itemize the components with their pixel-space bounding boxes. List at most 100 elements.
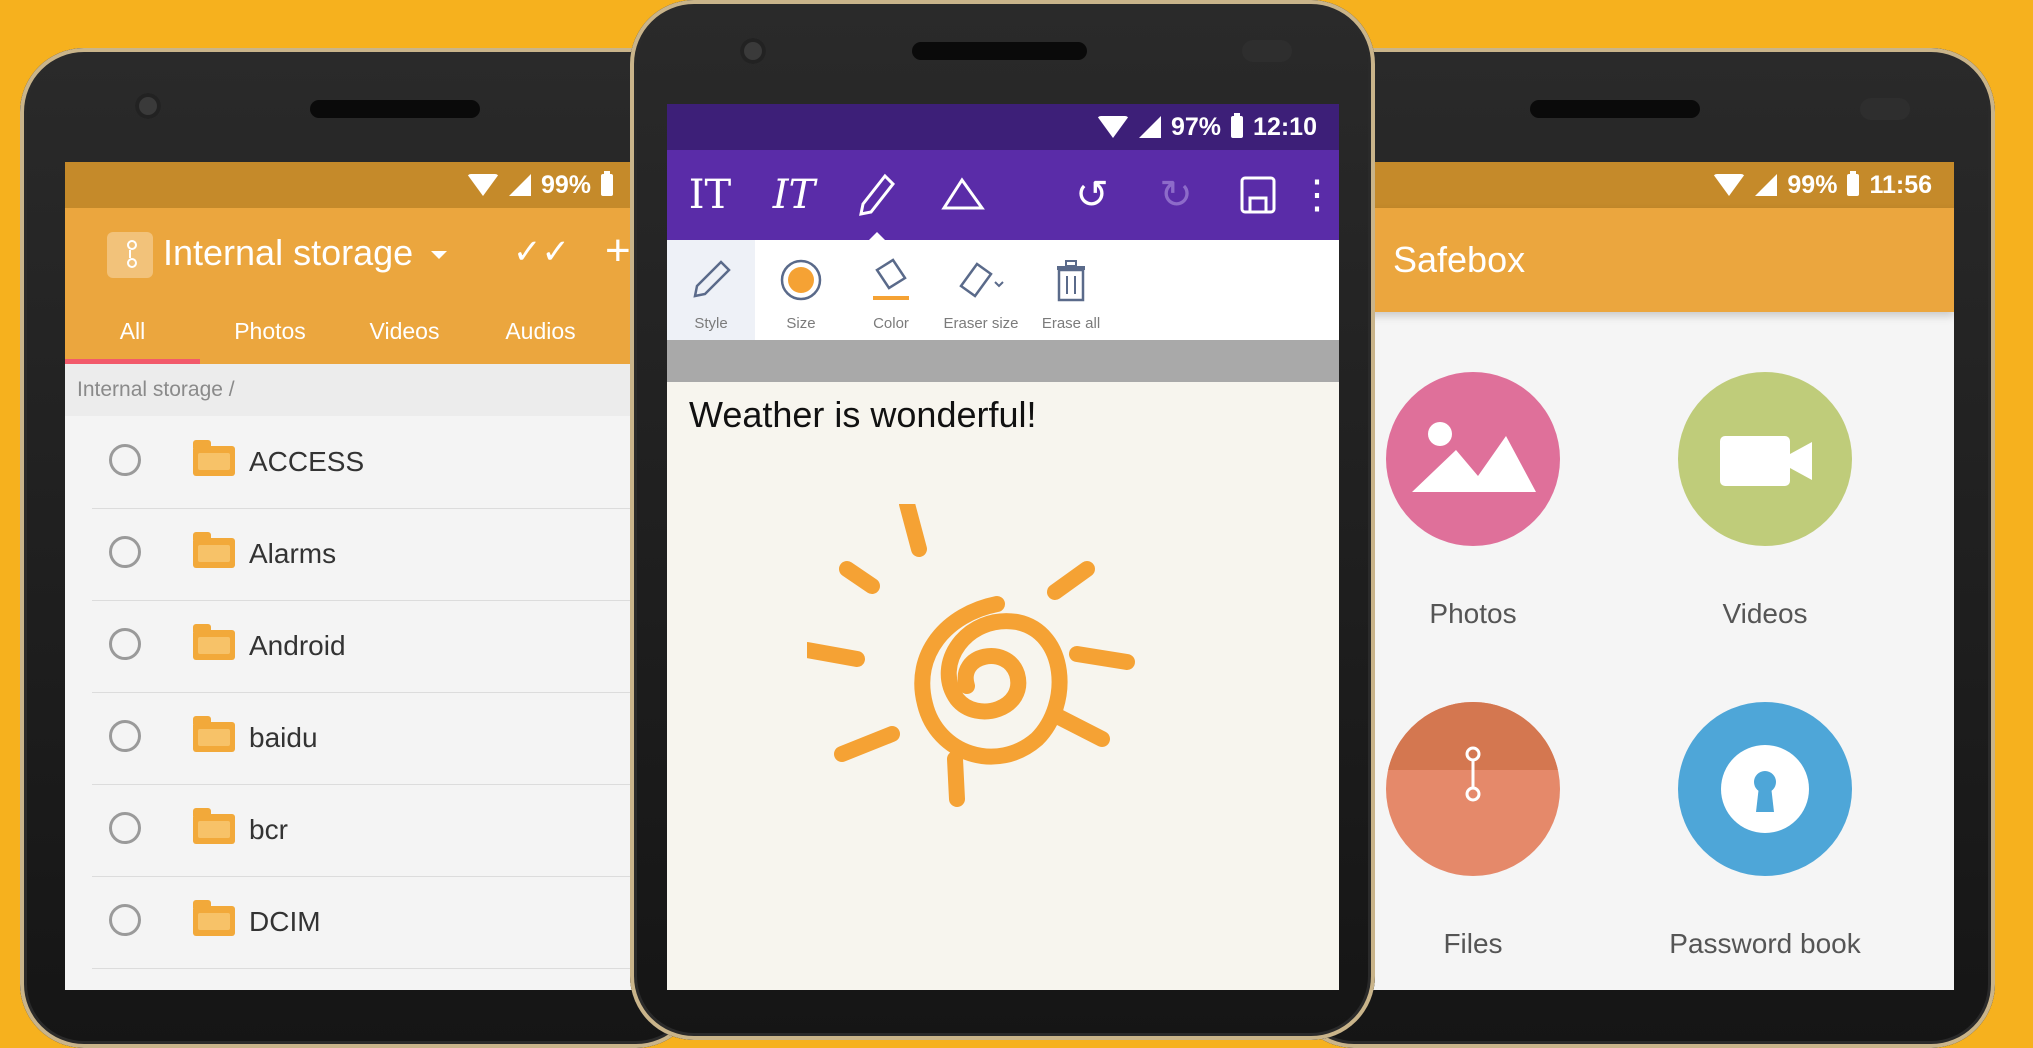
text-icon[interactable]: IT	[685, 172, 735, 218]
list-item[interactable]: bcr	[92, 784, 635, 877]
tab-label: Audios	[505, 318, 576, 344]
tab-all[interactable]: All	[65, 298, 200, 364]
earpiece	[912, 42, 1087, 60]
video-camera-icon	[1720, 436, 1812, 486]
list-item[interactable]: DCIM	[92, 876, 635, 969]
size-dot-icon	[780, 259, 822, 301]
wifi-icon	[1713, 174, 1746, 196]
videos-tile[interactable]	[1678, 372, 1852, 546]
editor-toolbar: IT I𝑇 ↺ ↻ ⋮	[667, 150, 1339, 240]
select-radio[interactable]	[109, 444, 141, 476]
folder-icon	[193, 900, 235, 936]
style-option[interactable]: Style	[667, 240, 755, 340]
file-clip-icon	[1386, 702, 1560, 802]
tab-label: All	[119, 318, 146, 344]
folder-icon	[193, 440, 235, 476]
wifi-icon	[466, 174, 499, 196]
earpiece	[310, 100, 480, 118]
front-camera-icon	[135, 93, 161, 119]
select-all-icon[interactable]: ✓✓	[513, 232, 570, 272]
save-icon[interactable]	[1233, 172, 1283, 218]
pencil-icon[interactable]	[852, 172, 902, 218]
status-bar: 97% 12:10	[667, 104, 1339, 150]
select-radio[interactable]	[109, 536, 141, 568]
list-item[interactable]: ACCESS	[92, 416, 635, 509]
handwriting-icon[interactable]: I𝑇	[769, 172, 819, 218]
folder-name: ACCESS	[249, 446, 365, 477]
list-item[interactable]: baidu	[92, 692, 635, 785]
safebox-screen: 99% 11:56 Safebox Photos Videos Files Pa…	[1337, 162, 1954, 990]
select-radio[interactable]	[109, 812, 141, 844]
battery-icon	[1231, 113, 1244, 138]
signal-icon	[1755, 174, 1778, 196]
category-tabs: All Photos Videos Audios	[65, 298, 635, 364]
folder-icon	[193, 808, 235, 844]
pen-style-icon	[693, 260, 731, 298]
select-radio[interactable]	[109, 628, 141, 660]
eraser-size-option[interactable]: Eraser size	[937, 240, 1025, 340]
tile-label: Password book	[1669, 928, 1861, 959]
folder-name: Android	[249, 630, 346, 661]
sun-drawing[interactable]	[807, 504, 1207, 924]
redo-icon[interactable]: ↻	[1151, 172, 1201, 218]
erase-all-option[interactable]: Erase all	[1027, 240, 1115, 340]
image-icon	[1412, 422, 1536, 492]
note-text[interactable]: Weather is wonderful!	[689, 394, 1037, 436]
option-label: Color	[873, 315, 909, 332]
app-toolbar: Internal storage ✓✓ +	[65, 208, 635, 298]
status-bar: 99%	[65, 162, 635, 208]
option-label: Size	[786, 315, 816, 332]
storage-selector[interactable]: Internal storage	[163, 208, 448, 298]
select-radio[interactable]	[109, 720, 141, 752]
list-item[interactable]: Android	[92, 600, 635, 693]
toolbar-title: Internal storage	[163, 232, 414, 273]
notes-screen: 97% 12:10 IT I𝑇 ↺ ↻ ⋮ Style Size Color E…	[667, 104, 1339, 990]
option-label: Erase all	[1041, 315, 1101, 332]
folder-name: bcr	[249, 814, 288, 845]
photos-tile[interactable]	[1386, 372, 1560, 546]
breadcrumb[interactable]: Internal storage /	[65, 364, 635, 416]
tab-audios[interactable]: Audios	[473, 298, 608, 364]
battery-icon	[1847, 171, 1860, 196]
battery-icon	[601, 171, 613, 196]
add-icon[interactable]: +	[605, 226, 631, 276]
option-label: Eraser size	[943, 315, 1019, 332]
option-label: Style	[694, 315, 728, 332]
list-item[interactable]: Alarms	[92, 508, 635, 601]
size-option[interactable]: Size	[757, 240, 845, 340]
battery-percent: 99%	[540, 170, 591, 199]
active-tool-caret	[869, 232, 885, 240]
color-option[interactable]: Color	[847, 240, 935, 340]
trash-icon	[1057, 260, 1085, 302]
tile-label: Files	[1443, 928, 1503, 959]
folder-icon	[193, 716, 235, 752]
tab-label: Photos	[234, 318, 306, 344]
tab-label: Videos	[369, 318, 440, 344]
sensor	[1242, 40, 1292, 62]
select-radio[interactable]	[109, 904, 141, 936]
tab-videos[interactable]: Videos	[337, 298, 472, 364]
earpiece	[1530, 100, 1700, 118]
tab-photos[interactable]: Photos	[200, 298, 340, 364]
files-tile[interactable]	[1386, 702, 1560, 876]
paint-bucket-icon	[873, 258, 909, 300]
front-camera-icon	[740, 38, 766, 64]
app-toolbar: Safebox	[1337, 208, 1954, 312]
storage-icon	[107, 232, 153, 278]
folder-icon	[193, 532, 235, 568]
more-icon[interactable]: ⋮	[1297, 172, 1337, 218]
file-manager-screen: 99% Internal storage ✓✓ + All Photos Vid…	[65, 162, 635, 990]
undo-icon[interactable]: ↺	[1067, 172, 1117, 218]
folder-name: baidu	[249, 722, 318, 753]
battery-percent: 97%	[1171, 112, 1222, 141]
signal-icon	[508, 174, 531, 196]
password-book-tile[interactable]	[1678, 702, 1852, 876]
toolbar-title: Safebox	[1393, 239, 1526, 280]
keyhole-icon	[1721, 745, 1809, 833]
eraser-icon[interactable]	[935, 172, 991, 218]
folder-name: Alarms	[249, 538, 337, 569]
battery-percent: 99%	[1787, 170, 1838, 199]
tile-label: Photos	[1429, 598, 1517, 629]
tile-label: Videos	[1722, 598, 1808, 629]
signal-icon	[1139, 116, 1161, 138]
